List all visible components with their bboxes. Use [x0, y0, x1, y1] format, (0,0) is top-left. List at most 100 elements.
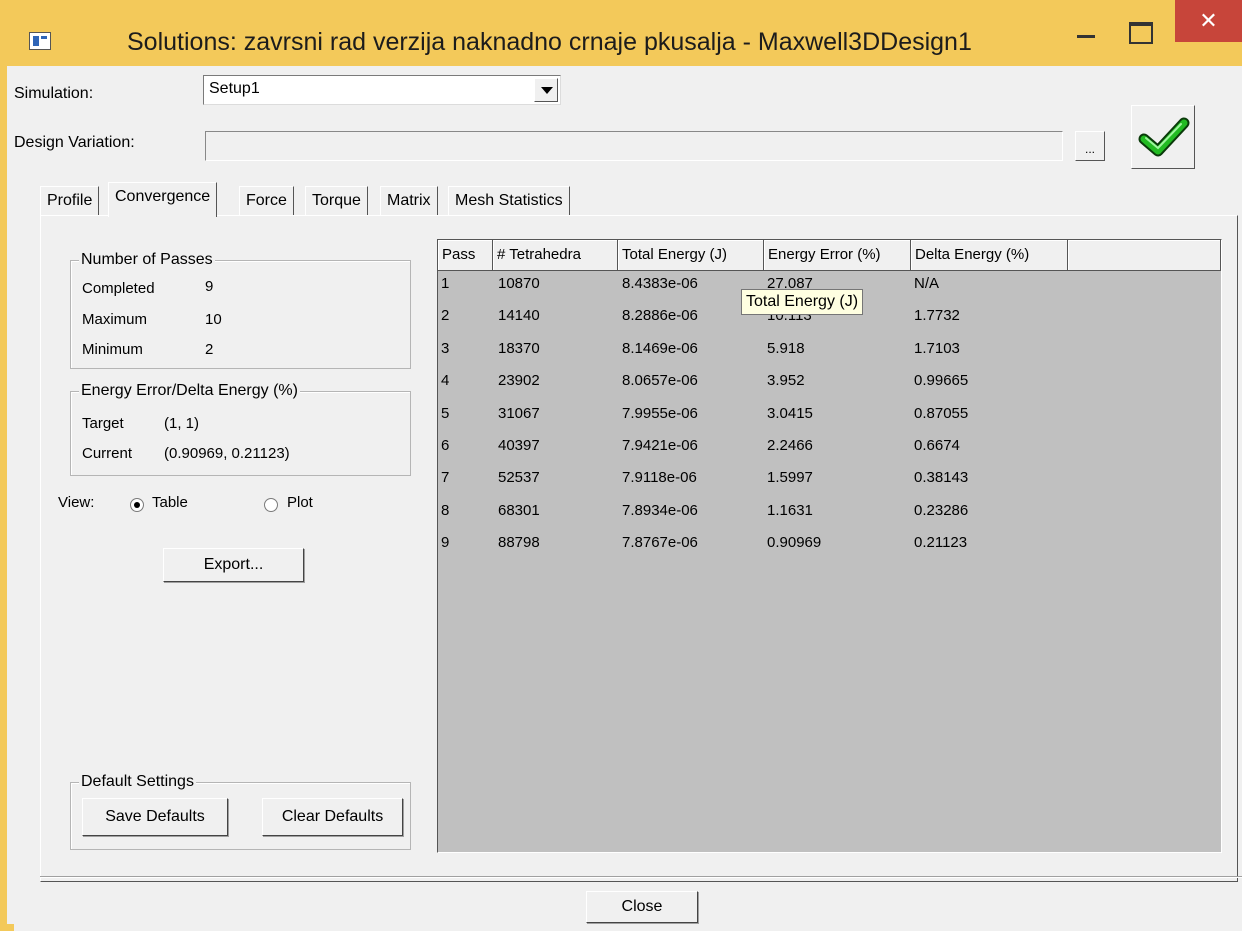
checkmark-icon: [1138, 117, 1190, 157]
cell-energy-error: 3.0415: [767, 404, 813, 422]
cell-energy-error: 1.1631: [767, 501, 813, 519]
close-button[interactable]: Close: [586, 891, 698, 923]
bottom-separator: [40, 876, 1242, 878]
default-settings-title: Default Settings: [79, 773, 196, 791]
simulation-label: Simulation:: [14, 85, 94, 102]
cell-total-energy: 7.8934e-06: [622, 501, 698, 519]
window-close-button[interactable]: ✕: [1175, 0, 1242, 42]
cell-tetrahedra: 68301: [498, 501, 540, 519]
cell-pass: 4: [441, 372, 450, 390]
number-of-passes-title: Number of Passes: [79, 251, 215, 269]
cell-tetrahedra: 18370: [498, 339, 540, 357]
cell-total-energy: 7.8767e-06: [622, 534, 698, 552]
chevron-down-icon[interactable]: [534, 78, 558, 102]
cell-delta-energy: 0.38143: [914, 469, 969, 487]
minimum-label: Minimum: [82, 341, 143, 358]
cell-total-energy: 8.1469e-06: [622, 339, 698, 357]
tab-mesh-statistics[interactable]: Mesh Statistics: [448, 186, 570, 216]
cell-delta-energy: 1.7732: [914, 307, 960, 325]
column-header-tetrahedra[interactable]: # Tetrahedra: [493, 240, 618, 271]
export-button[interactable]: Export...: [163, 548, 304, 582]
convergence-table[interactable]: Pass # Tetrahedra Total Energy (J) Energ…: [437, 239, 1222, 853]
cell-tetrahedra: 40397: [498, 437, 540, 454]
cell-tetrahedra: 31067: [498, 404, 540, 422]
cell-total-energy: 8.0657e-06: [622, 372, 698, 390]
cell-tetrahedra: 88798: [498, 534, 540, 552]
view-plot-label[interactable]: Plot: [287, 494, 313, 511]
cell-delta-energy: 0.23286: [914, 501, 969, 519]
tab-convergence[interactable]: Convergence: [108, 182, 218, 217]
design-variation-label: Design Variation:: [14, 134, 135, 151]
simulation-value: Setup1: [209, 80, 260, 97]
apply-button[interactable]: [1131, 105, 1195, 169]
view-label: View:: [58, 494, 95, 511]
cell-delta-energy: 0.99665: [914, 372, 969, 390]
column-header-delta-energy[interactable]: Delta Energy (%): [911, 240, 1068, 271]
maximum-value: 10: [205, 311, 222, 328]
cell-pass: 3: [441, 339, 450, 357]
cell-delta-energy: N/A: [914, 275, 940, 292]
minimize-button[interactable]: [1072, 14, 1102, 44]
minimum-value: 2: [205, 341, 214, 358]
column-tooltip: Total Energy (J): [741, 289, 864, 315]
cell-energy-error: 2.2466: [767, 437, 813, 454]
cell-delta-energy: 0.21123: [914, 534, 968, 552]
simulation-select[interactable]: Setup1: [203, 75, 561, 105]
cell-delta-energy: 0.87055: [914, 404, 969, 422]
cell-total-energy: 7.9955e-06: [622, 404, 698, 422]
cell-pass: 7: [441, 469, 450, 487]
cell-tetrahedra: 52537: [498, 469, 540, 487]
dialog-content: Simulation: Setup1 Design Variation: ...…: [14, 66, 1242, 931]
current-value: (0.90969, 0.21123): [164, 445, 290, 462]
completed-value: 9: [205, 278, 214, 295]
target-value: (1, 1): [164, 415, 200, 432]
maximize-button[interactable]: [1125, 14, 1155, 44]
design-variation-field: [205, 131, 1063, 161]
clear-defaults-button[interactable]: Clear Defaults: [262, 798, 403, 836]
completed-label: Completed: [82, 280, 155, 297]
cell-pass: 5: [441, 404, 450, 422]
cell-total-energy: 8.2886e-06: [622, 307, 698, 325]
cell-pass: 2: [441, 307, 450, 325]
solutions-window: Solutions: zavrsni rad verzija naknadno …: [0, 0, 1242, 931]
tab-profile[interactable]: Profile: [40, 186, 100, 216]
energy-error-title: Energy Error/Delta Energy (%): [79, 382, 300, 400]
window-title: Solutions: zavrsni rad verzija naknadno …: [127, 28, 972, 56]
tab-matrix[interactable]: Matrix: [380, 186, 438, 216]
cell-tetrahedra: 10870: [498, 275, 540, 292]
view-plot-radio[interactable]: [264, 498, 278, 512]
cell-energy-error: 1.5997: [767, 469, 813, 487]
cell-total-energy: 7.9118e-06: [622, 469, 697, 487]
view-table-label[interactable]: Table: [152, 494, 188, 511]
save-defaults-button[interactable]: Save Defaults: [82, 798, 228, 836]
view-table-radio[interactable]: [130, 498, 144, 512]
column-header-energy-error[interactable]: Energy Error (%): [764, 240, 911, 271]
app-icon: [29, 32, 51, 50]
browse-variation-button[interactable]: ...: [1075, 131, 1105, 161]
cell-pass: 6: [441, 437, 450, 454]
cell-tetrahedra: 14140: [498, 307, 540, 325]
energy-error-group: Energy Error/Delta Energy (%) Target (1,…: [70, 382, 411, 476]
cell-energy-error: 5.918: [767, 339, 805, 357]
cell-pass: 8: [441, 501, 450, 519]
maximum-label: Maximum: [82, 311, 148, 328]
cell-energy-error: 0.90969: [767, 534, 822, 552]
title-bar[interactable]: Solutions: zavrsni rad verzija naknadno …: [7, 0, 1242, 66]
cell-pass: 1: [441, 275, 450, 292]
tab-torque[interactable]: Torque: [305, 186, 368, 216]
tab-force[interactable]: Force: [239, 186, 294, 216]
cell-pass: 9: [441, 534, 450, 552]
cell-total-energy: 8.4383e-06: [622, 275, 698, 292]
column-header-blank: [1068, 240, 1221, 271]
current-label: Current: [82, 445, 133, 462]
default-settings-group: Default Settings Save Defaults Clear Def…: [70, 773, 411, 850]
column-header-total-energy[interactable]: Total Energy (J): [618, 240, 764, 271]
column-header-pass[interactable]: Pass: [438, 240, 493, 271]
target-label: Target: [82, 415, 124, 432]
table-header: Pass # Tetrahedra Total Energy (J) Energ…: [438, 240, 1221, 271]
number-of-passes-group: Number of Passes Completed 9 Maximum 10 …: [70, 251, 411, 369]
cell-delta-energy: 0.6674: [914, 437, 960, 454]
cell-total-energy: 7.9421e-06: [622, 437, 698, 454]
cell-energy-error: 3.952: [767, 372, 805, 390]
cell-tetrahedra: 23902: [498, 372, 540, 390]
